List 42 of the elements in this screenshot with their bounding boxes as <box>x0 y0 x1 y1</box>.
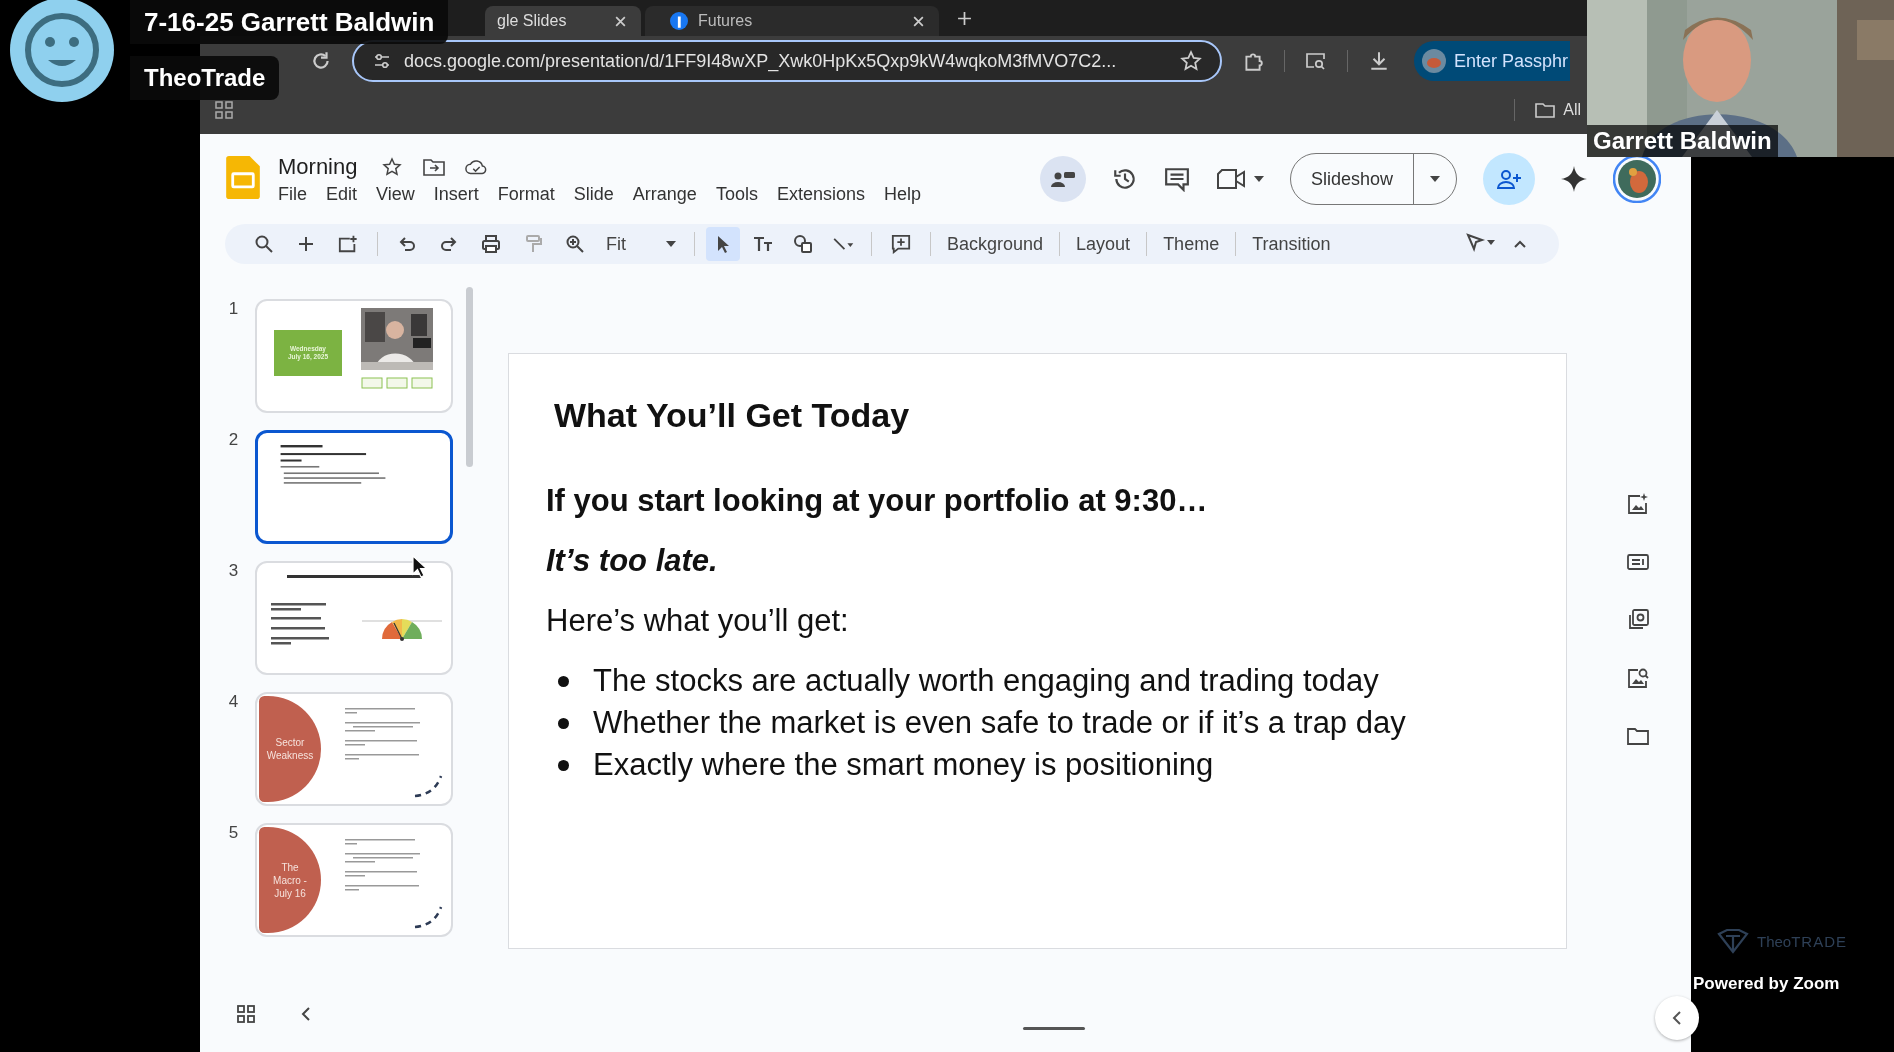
host-label: TheoTrade <box>130 56 280 100</box>
slide-text: Here’s what you’ll get: <box>546 603 850 639</box>
menu-item[interactable]: Extensions <box>776 183 865 205</box>
section-banner: The Macro - July 16 <box>259 827 321 933</box>
toolbar-button[interactable]: Transition <box>1244 233 1339 255</box>
browser-tab[interactable]: Futures <box>645 6 939 36</box>
slide-text: It’s too late. <box>546 543 719 579</box>
menu-item[interactable]: Slide <box>573 183 614 205</box>
section-banner: Sector Weakness <box>259 696 321 802</box>
zoom-dropdown[interactable]: Fit <box>606 233 676 255</box>
participant-name: Garrett Baldwin <box>1587 125 1778 157</box>
menu-item[interactable]: View <box>376 183 415 205</box>
toolbar-button[interactable]: Layout <box>1068 233 1139 255</box>
slide-number: 5 <box>227 823 240 843</box>
slide-number: 1 <box>227 299 240 319</box>
menu-item[interactable]: Format <box>497 183 555 205</box>
slide-thumbnail[interactable]: The Macro - July 16 <box>255 823 453 937</box>
menu-item[interactable]: Help <box>883 183 921 205</box>
slide-number: 3 <box>227 561 240 581</box>
slide-number: 4 <box>227 692 240 712</box>
slide-number: 2 <box>227 430 240 450</box>
slide-thumbnail[interactable]: Sector Weakness <box>255 692 453 806</box>
browser-tab[interactable]: gle Slides <box>485 6 641 36</box>
powered-by-label: Powered by Zoom <box>1693 974 1840 994</box>
menu-item[interactable]: File <box>278 183 307 205</box>
bullet-item: Exactly where the smart money is positioning <box>593 747 1214 783</box>
menu-item[interactable]: Arrange <box>632 183 697 205</box>
bullet-item: Whether the market is even safe to trade or if it’s a trap day <box>593 705 1406 741</box>
meeting-title: 7-16-25 Garrett Baldwin <box>130 0 449 44</box>
address-bar[interactable]: docs.google.com/presentation/d/1FF9I48wXP_Xwk0HpKx5Qxp9kW4wqkoM3fMVO7C2... <box>352 40 1222 82</box>
bullet-item: The stocks are actually worth engaging and trading today <box>593 663 1379 699</box>
slide-title: What You’ll Get Today <box>554 396 911 435</box>
logo-text: TheoTRADE <box>1757 932 1848 950</box>
menu-item[interactable]: Tools <box>715 183 758 205</box>
toolbar-button[interactable]: Background <box>939 233 1052 255</box>
menu-item[interactable]: Insert <box>433 183 479 205</box>
menu-item[interactable]: Edit <box>326 183 358 205</box>
slide-text: If you start looking at your portfolio at 9:30… <box>546 483 1209 519</box>
document-title[interactable]: Morning <box>278 153 358 180</box>
profile-button[interactable]: Enter Passphr <box>1414 41 1571 81</box>
bookmark-folder[interactable]: All <box>1535 101 1581 119</box>
toolbar-button[interactable]: Theme <box>1155 233 1228 255</box>
